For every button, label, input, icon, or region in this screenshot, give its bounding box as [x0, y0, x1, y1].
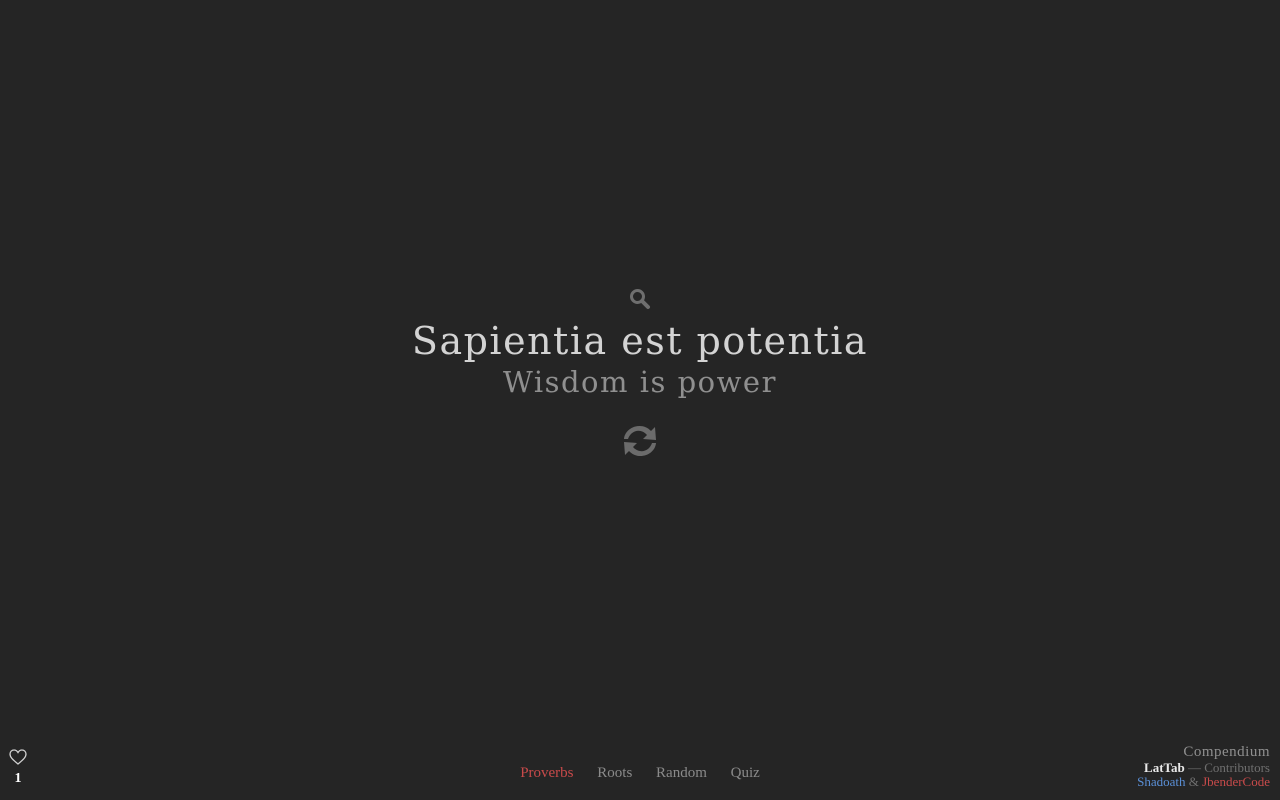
nav-item-roots[interactable]: Roots [597, 765, 632, 782]
new-tab-page: Sapientia est potentia Wisdom is power 1… [0, 0, 1280, 800]
contributor-shadoath-link[interactable]: Shadoath [1137, 774, 1185, 789]
credits: Compendium LatTab — Contributors Shadoat… [1137, 743, 1270, 789]
contributors-label: — Contributors [1184, 760, 1270, 775]
nav-item-quiz[interactable]: Quiz [731, 765, 760, 782]
search-icon[interactable] [628, 287, 652, 311]
credit-line: LatTab — Contributors [1137, 761, 1270, 775]
quote-translation: Wisdom is power [503, 365, 777, 399]
quote-latin: Sapientia est potentia [411, 319, 869, 363]
refresh-icon[interactable] [618, 419, 662, 463]
contributors-line: Shadoath & JbenderCode [1137, 775, 1270, 789]
compendium-link[interactable]: Compendium [1137, 743, 1270, 761]
nav-item-proverbs[interactable]: Proverbs [520, 765, 573, 782]
app-name: LatTab [1144, 760, 1185, 775]
nav-item-random[interactable]: Random [656, 765, 707, 782]
bottom-nav: Proverbs Roots Random Quiz [0, 765, 1280, 782]
heart-icon[interactable] [8, 748, 28, 766]
contributor-jbendercode-link[interactable]: JbenderCode [1202, 774, 1270, 789]
ampersand: & [1185, 774, 1203, 789]
